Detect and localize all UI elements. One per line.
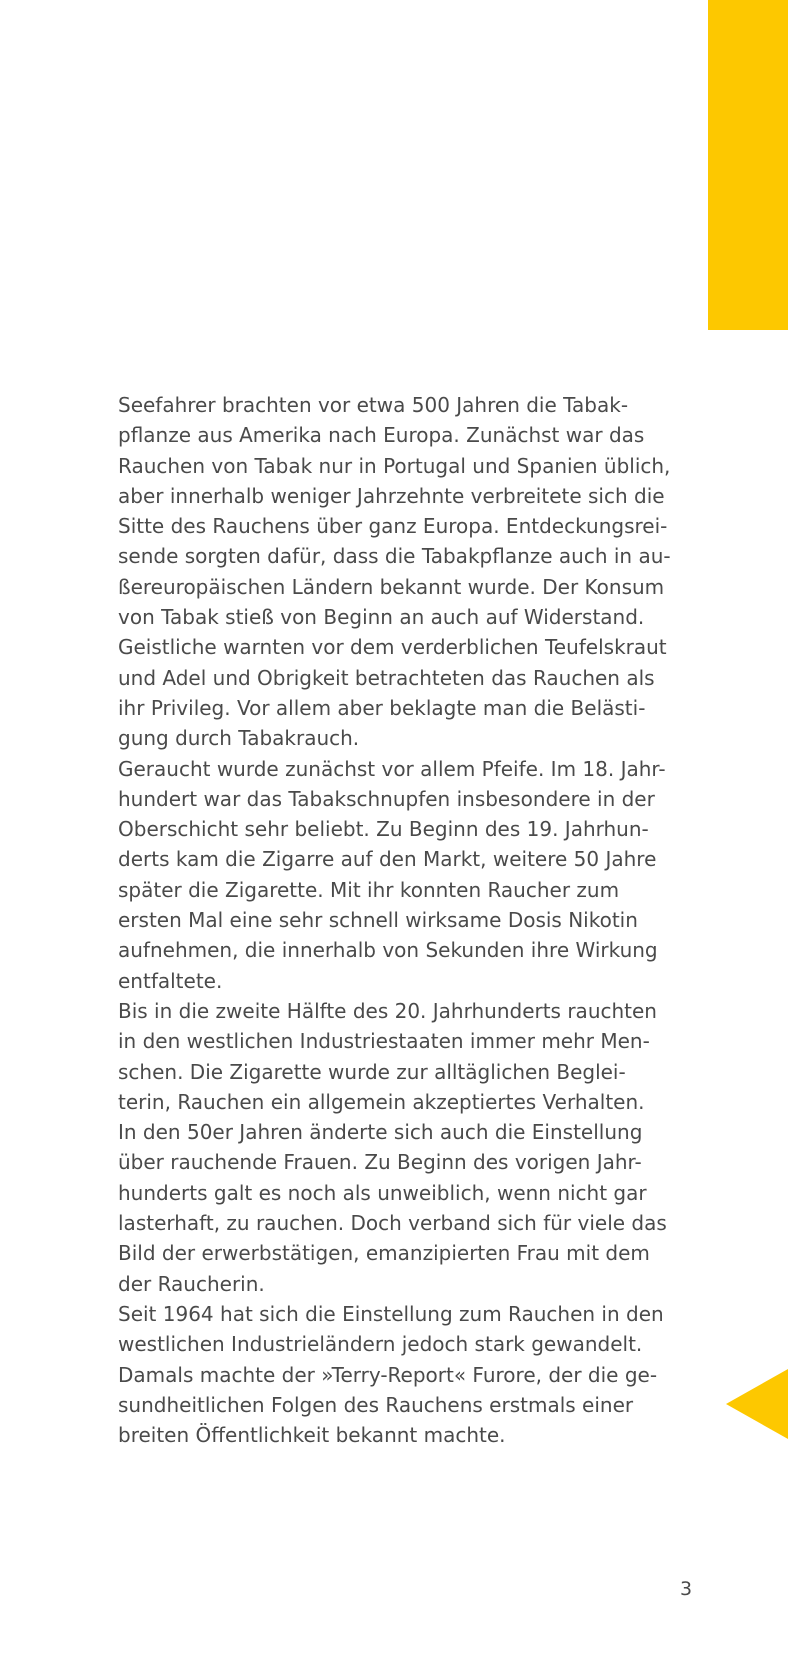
text-line: Bild der erwerbstätigen, emanzipierten F… xyxy=(118,1241,650,1266)
text-line: sende sorgten dafür, dass die Tabakpflan… xyxy=(118,544,671,569)
text-line: Geistliche warnten vor dem verderblichen… xyxy=(118,635,667,660)
text-line: und Adel und Obrigkeit betrachteten das … xyxy=(118,665,655,690)
page-number: 3 xyxy=(680,1578,693,1600)
text-line: Seit 1964 hat sich die Einstellung zum R… xyxy=(118,1301,664,1326)
text-line: hundert war das Tabakschnupfen insbesond… xyxy=(118,786,655,811)
text-line: Sitte des Rauchens über ganz Europa. Ent… xyxy=(118,514,668,539)
text-line: aber innerhalb weniger Jahrzehnte verbre… xyxy=(118,483,665,508)
text-line: derts kam die Zigarre auf den Markt, wei… xyxy=(118,847,657,872)
text-line: der Raucherin. xyxy=(118,1271,265,1296)
text-line: ihr Privileg. Vor allem aber beklagte ma… xyxy=(118,695,646,720)
text-line: breiten Öffentlichkeit bekannt machte. xyxy=(118,1423,506,1448)
text-line: ersten Mal eine sehr schnell wirksame Do… xyxy=(118,908,638,933)
text-line: aufnehmen, die innerhalb von Sekunden ih… xyxy=(118,938,658,963)
article-body: Seefahrer brachten vor etwa 500 Jahren d… xyxy=(118,390,718,1450)
text-line: Damals machte der »Terry-Report« Furore,… xyxy=(118,1362,658,1387)
text-line: Seefahrer brachten vor etwa 500 Jahren d… xyxy=(118,393,629,417)
text-line: später die Zigarette. Mit ihr konnten Ra… xyxy=(118,877,620,902)
text-line: pflanze aus Amerika nach Europa. Zunächs… xyxy=(118,423,645,448)
text-line: sundheitlichen Folgen des Rauchens erstm… xyxy=(118,1392,634,1417)
text-line: über rauchende Frauen. Zu Beginn des vor… xyxy=(118,1150,642,1175)
previous-page-button[interactable] xyxy=(726,1369,788,1439)
text-line: Bis in die zweite Hälfte des 20. Jahrhun… xyxy=(118,998,657,1023)
text-line: Rauchen von Tabak nur in Portugal und Sp… xyxy=(118,453,671,478)
text-line: Geraucht wurde zunächst vor allem Pfeife… xyxy=(118,756,666,781)
text-line: In den 50er Jahren änderte sich auch die… xyxy=(118,1120,643,1145)
text-line: Oberschicht sehr beliebt. Zu Beginn des … xyxy=(118,817,649,842)
text-line: in den westlichen Industriestaaten immer… xyxy=(118,1029,650,1054)
text-line: terin, Rauchen ein allgemein akzeptierte… xyxy=(118,1089,645,1114)
text-line: entfaltete. xyxy=(118,968,223,993)
accent-bar xyxy=(708,0,788,330)
text-line: westlichen Industrieländern jedoch stark… xyxy=(118,1332,643,1357)
text-line: lasterhaft, zu rauchen. Doch verband sic… xyxy=(118,1211,667,1236)
text-line: von Tabak stieß von Beginn an auch auf W… xyxy=(118,605,645,630)
text-line: gung durch Tabakrauch. xyxy=(118,726,360,751)
text-line: schen. Die Zigarette wurde zur alltäglic… xyxy=(118,1059,626,1084)
text-line: hunderts galt es noch als unweiblich, we… xyxy=(118,1180,647,1205)
text-line: ßereuropäischen Ländern bekannt wurde. D… xyxy=(118,574,665,599)
triangle-left-icon xyxy=(726,1369,788,1439)
